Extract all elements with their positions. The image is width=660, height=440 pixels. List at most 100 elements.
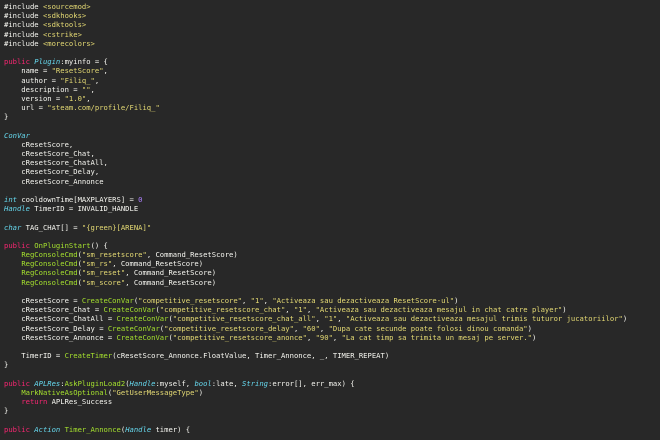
code-line: #include <sdktools> bbox=[4, 20, 660, 29]
code-token: "sm_rs" bbox=[81, 259, 113, 269]
code-line: cResetScore_ChatAll, bbox=[4, 158, 660, 167]
code-editor[interactable]: #include <sourcemod> #include <sdkhooks> #… bbox=[0, 0, 660, 440]
code-line: description = "", bbox=[4, 85, 660, 94]
code-token: } bbox=[4, 360, 9, 370]
code-token: "Filiq_" bbox=[60, 75, 95, 85]
code-token: "Activeaza sau dezactiveaza mesajul in c… bbox=[315, 305, 563, 315]
code-token: url = bbox=[4, 103, 48, 113]
code-token: return bbox=[21, 397, 52, 407]
code-token: cResetScore_ChatAll = bbox=[4, 314, 117, 324]
code-line: RegConsoleCmd("sm_resetscore", Command_R… bbox=[4, 250, 660, 259]
code-token: "sm_resetscore" bbox=[81, 250, 147, 260]
code-token: () { bbox=[90, 240, 108, 250]
code-token: bool bbox=[194, 378, 212, 388]
code-token: 0 bbox=[138, 194, 143, 204]
code-token: cResetScore_ChatAll, bbox=[4, 158, 108, 168]
code-token: #include bbox=[4, 20, 43, 30]
code-line: } bbox=[4, 112, 660, 121]
code-token: RegConsoleCmd bbox=[21, 259, 78, 269]
code-line: public OnPluginStart() { bbox=[4, 241, 660, 250]
code-token: :error[], err_max) { bbox=[268, 378, 355, 388]
code-line: ConVar bbox=[4, 131, 660, 140]
code-line: author = "Filiq_", bbox=[4, 76, 660, 85]
code-line: TimerID = CreateTimer(cResetScore_Annonc… bbox=[4, 351, 660, 360]
code-token: "competitive_resetscore_delay" bbox=[164, 323, 294, 333]
code-token: cResetScore, bbox=[4, 139, 74, 149]
code-token: ConVar bbox=[4, 130, 30, 140]
source-code[interactable]: #include <sourcemod> #include <sdkhooks> #… bbox=[0, 0, 660, 434]
code-line: cResetScore_Chat = CreateConVar("competi… bbox=[4, 305, 660, 314]
code-token: Handle bbox=[129, 378, 156, 388]
code-token: "1.0" bbox=[64, 93, 87, 103]
code-token: <morecolors> bbox=[42, 38, 95, 48]
code-line: RegConsoleCmd("sm_reset", Command_ResetS… bbox=[4, 268, 660, 277]
code-token: , bbox=[90, 84, 95, 94]
code-token: :late, bbox=[211, 378, 243, 388]
code-token: ) bbox=[562, 305, 567, 315]
code-token: CreateTimer bbox=[64, 351, 113, 361]
code-token: , Command_ResetScore) bbox=[146, 250, 238, 260]
code-token: OnPluginStart bbox=[34, 240, 91, 250]
code-token: "{green}[ARENA]" bbox=[81, 222, 152, 232]
code-line: MarkNativeAsOptional("GetUserMessageType… bbox=[4, 388, 660, 397]
code-token: AskPluginLoad2 bbox=[64, 378, 126, 388]
code-token: cResetScore = bbox=[4, 296, 82, 305]
code-token: (cResetScore_Annonce.FloatValue, Timer_A… bbox=[112, 351, 390, 361]
code-token: cResetScore_Delay, bbox=[4, 167, 100, 177]
code-token: , bbox=[306, 305, 316, 315]
code-token: CreateConVar bbox=[107, 323, 160, 333]
code-token: "sm_reset" bbox=[81, 268, 126, 278]
code-token: cResetScore_Annonce = bbox=[4, 332, 117, 342]
code-token: CreateConVar bbox=[116, 314, 169, 324]
code-line: Handle TimerID = INVALID_HANDLE bbox=[4, 204, 660, 213]
code-token: , bbox=[306, 332, 316, 342]
code-line: cResetScore_Annonce bbox=[4, 177, 660, 186]
code-token: public bbox=[4, 240, 35, 250]
code-line: } bbox=[4, 406, 660, 415]
code-token: , bbox=[315, 314, 325, 324]
code-token: char bbox=[4, 222, 26, 232]
code-token: "competitive_resetscore_chat_all" bbox=[172, 314, 316, 324]
code-token: cResetScore_Chat = bbox=[4, 305, 104, 315]
code-token: ) bbox=[531, 332, 537, 342]
code-token: "60" bbox=[302, 323, 320, 333]
code-token: "1" bbox=[250, 296, 264, 305]
code-line: public APLRes:AskPluginLoad2(Handle:myse… bbox=[4, 379, 660, 388]
code-line: cResetScore = CreateConVar("competitive_… bbox=[4, 296, 660, 305]
code-token: Handle bbox=[4, 204, 35, 214]
code-token: String bbox=[242, 378, 269, 388]
code-token: } bbox=[4, 112, 9, 122]
code-line: public Plugin:myinfo = { bbox=[4, 57, 660, 66]
code-token: CreateConVar bbox=[103, 305, 156, 315]
code-token: :myself, bbox=[155, 378, 195, 388]
code-token: ) bbox=[198, 387, 204, 397]
code-token: int bbox=[4, 194, 22, 204]
code-token: APLRes_Success bbox=[51, 397, 113, 407]
code-token: ) bbox=[622, 314, 628, 324]
code-token: , Command_ResetScore) bbox=[112, 259, 204, 269]
code-token: , bbox=[263, 296, 273, 305]
code-token: public bbox=[4, 378, 35, 388]
code-token: "competitive_resetscore" bbox=[138, 296, 243, 305]
code-line: #include <cstrike> bbox=[4, 30, 660, 39]
code-token: "90" bbox=[315, 332, 333, 342]
code-token: TAG_CHAT[] = bbox=[25, 222, 82, 232]
code-token: Timer_Annonce bbox=[64, 424, 121, 434]
code-token: "Activeaza sau dezactiveaza mesajul trim… bbox=[345, 314, 623, 324]
code-token: RegConsoleCmd bbox=[21, 250, 78, 260]
code-line: cResetScore_Annonce = CreateConVar("comp… bbox=[4, 333, 660, 342]
code-token: Action bbox=[34, 424, 65, 434]
code-token: , bbox=[242, 296, 251, 305]
code-token: "competitive_resetscore_anonce" bbox=[172, 332, 307, 342]
code-line: url = "steam.com/profile/Filiq_" bbox=[4, 103, 660, 112]
